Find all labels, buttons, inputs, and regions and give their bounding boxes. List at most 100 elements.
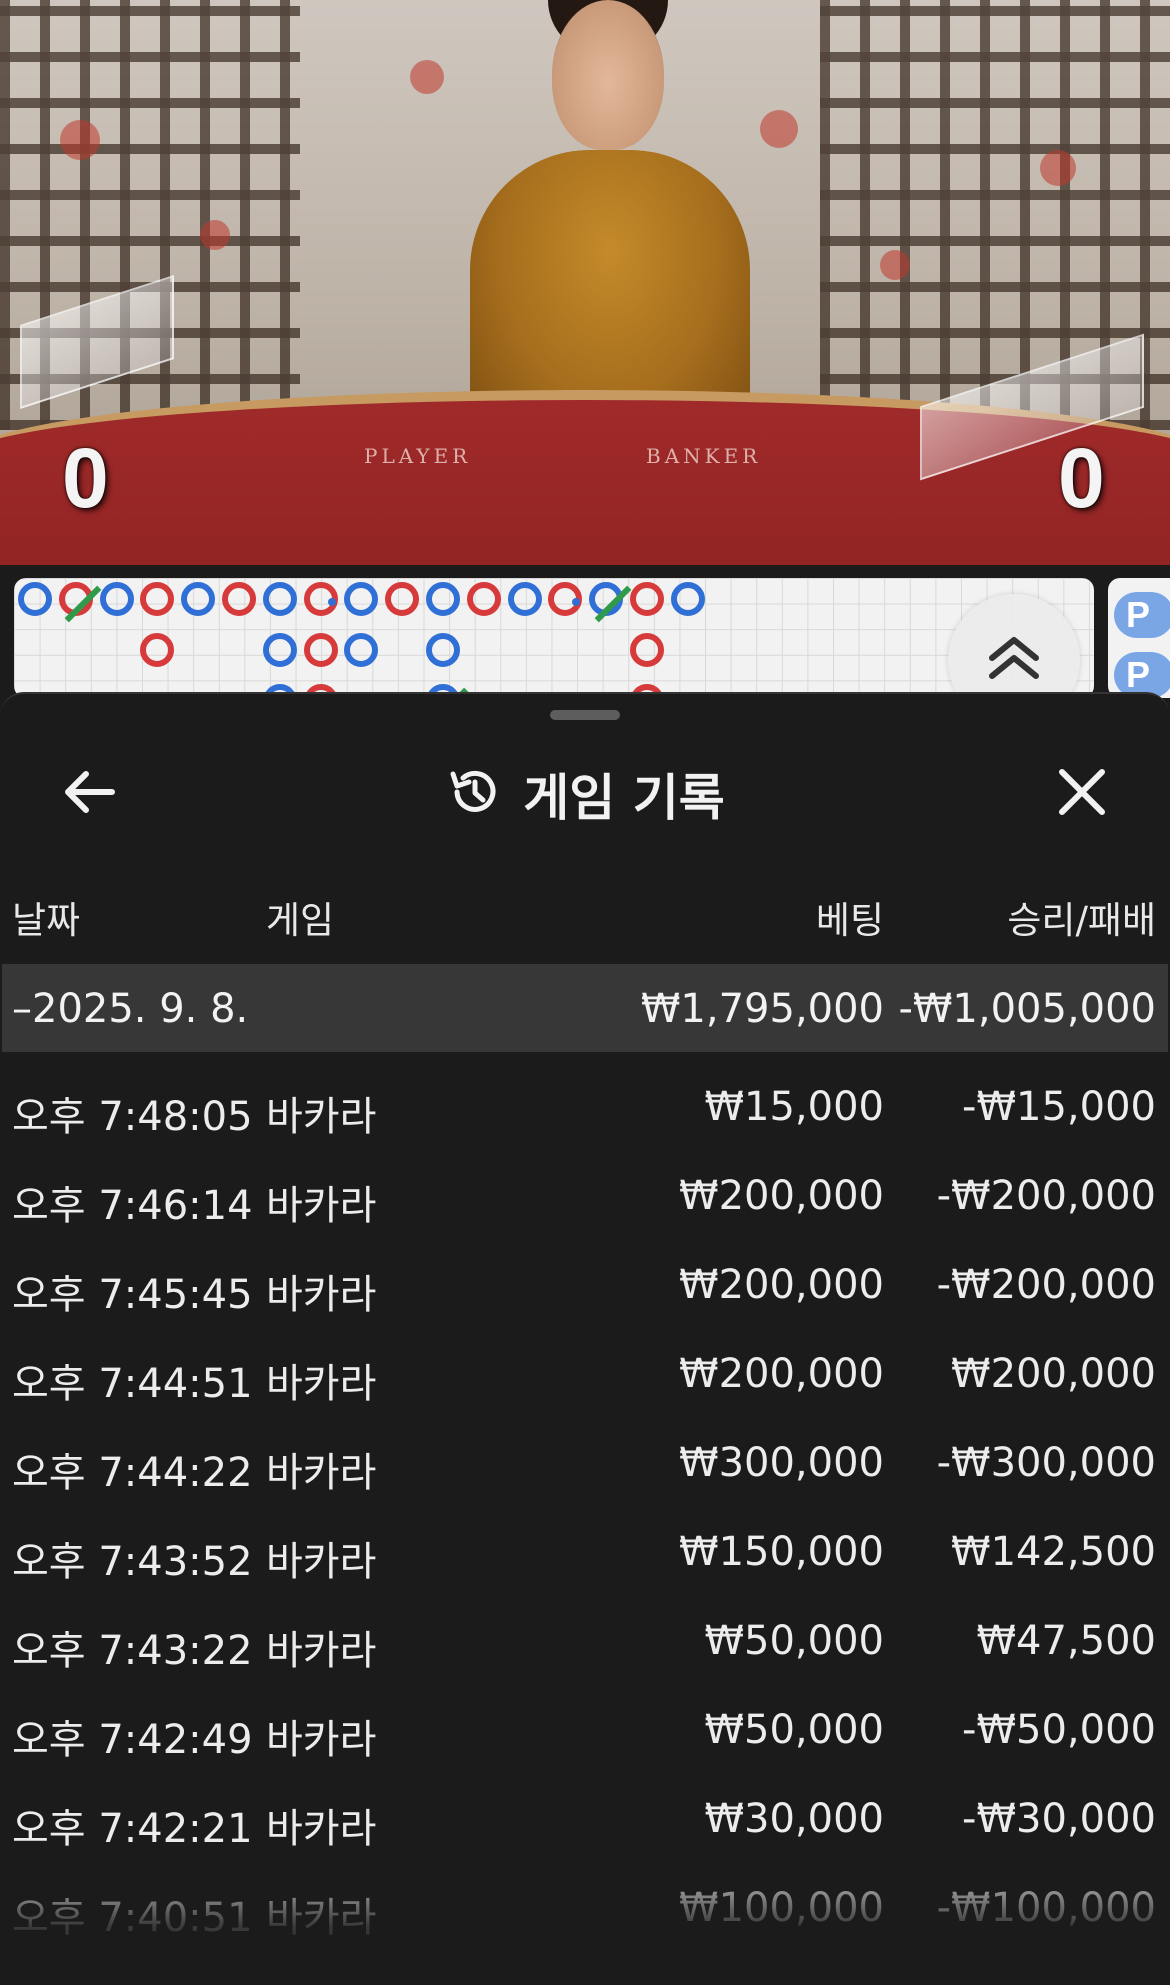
player-prediction-pill[interactable]: P xyxy=(1114,592,1170,638)
row-game: 바카라 xyxy=(266,1806,377,1852)
banker-bead xyxy=(303,582,338,616)
group-win-loss-total: -₩1,005,000 xyxy=(898,986,1156,1032)
banker-bead xyxy=(385,582,420,616)
column-header-date[interactable]: 날짜 xyxy=(12,890,80,944)
row-game: 바카라 xyxy=(266,1628,377,1674)
close-icon xyxy=(1056,766,1108,822)
group-bet-total: ₩1,795,000 xyxy=(640,986,884,1032)
banker-bead xyxy=(222,582,256,616)
row-game: 바카라 xyxy=(266,1183,377,1229)
row-time: 오후 7:46:14 xyxy=(12,1183,253,1229)
table-row[interactable]: 오후 7:44:51 바카라 ₩200,000 ₩200,000 xyxy=(0,1329,1170,1419)
row-win-loss: -₩30,000 xyxy=(962,1796,1156,1842)
pair-dot xyxy=(327,598,336,606)
banker-bead xyxy=(548,582,583,616)
row-time: 오후 7:42:49 xyxy=(12,1717,253,1763)
column-header-win-loss[interactable]: 승리/패배 xyxy=(1007,890,1156,944)
row-win-loss: -₩100,000 xyxy=(936,1885,1156,1931)
blossom xyxy=(410,60,444,94)
row-time: 오후 7:44:22 xyxy=(12,1450,253,1496)
player-bead xyxy=(507,582,542,616)
row-win-loss: -₩200,000 xyxy=(936,1173,1156,1219)
row-time: 오후 7:43:22 xyxy=(12,1628,253,1674)
table-row[interactable]: 오후 7:45:45 바카라 ₩200,000 -₩200,000 xyxy=(0,1240,1170,1330)
row-bet: ₩15,000 xyxy=(704,1084,884,1130)
row-win-loss: -₩50,000 xyxy=(962,1707,1156,1753)
tie-mark xyxy=(594,585,632,623)
game-history-sheet: 게임 기록 날짜 게임 베팅 승리/패배 –2025. 9. 8. ₩1,795… xyxy=(0,692,1170,1985)
row-win-loss: ₩142,500 xyxy=(951,1529,1156,1575)
row-game: 바카라 xyxy=(266,1450,377,1496)
close-button[interactable] xyxy=(1044,756,1120,832)
player-bead xyxy=(426,582,460,616)
row-bet: ₩50,000 xyxy=(704,1618,884,1664)
table-row[interactable]: 오후 7:43:22 바카라 ₩50,000 ₩47,500 xyxy=(0,1596,1170,1686)
banker-bead xyxy=(140,582,175,616)
row-bet: ₩200,000 xyxy=(679,1351,884,1397)
banker-bead xyxy=(140,633,175,668)
page-title: 게임 기록 xyxy=(523,769,725,827)
row-game: 바카라 xyxy=(266,1895,377,1941)
player-bead xyxy=(344,582,379,616)
chevron-double-up-icon xyxy=(984,632,1044,688)
player-label: PLAYER xyxy=(364,444,472,468)
row-game: 바카라 xyxy=(266,1717,377,1763)
blossom xyxy=(1040,150,1076,186)
banker-bead xyxy=(630,633,664,668)
banker-bead xyxy=(303,633,338,668)
drag-handle[interactable] xyxy=(550,710,620,720)
row-bet: ₩300,000 xyxy=(679,1440,884,1486)
row-bet: ₩30,000 xyxy=(704,1796,884,1842)
live-video-feed: PLAYER BANKER 0 0 xyxy=(0,0,1170,565)
row-win-loss: ₩47,500 xyxy=(976,1618,1156,1664)
row-time: 오후 7:42:21 xyxy=(12,1806,253,1852)
banker-bead xyxy=(630,582,664,616)
player-bead xyxy=(426,633,460,668)
row-game: 바카라 xyxy=(266,1094,377,1140)
table-row[interactable]: 오후 7:44:22 바카라 ₩300,000 -₩300,000 xyxy=(0,1418,1170,1508)
row-win-loss: ₩200,000 xyxy=(951,1351,1156,1397)
row-game: 바카라 xyxy=(266,1361,377,1407)
row-game: 바카라 xyxy=(266,1539,377,1585)
table-row[interactable]: 오후 7:40:51 바카라 ₩100,000 -₩100,000 xyxy=(0,1863,1170,1953)
blossom xyxy=(60,120,100,160)
blossom xyxy=(200,220,230,250)
row-win-loss: -₩15,000 xyxy=(962,1084,1156,1130)
player-bead xyxy=(18,582,52,616)
row-time: 오후 7:44:51 xyxy=(12,1361,253,1407)
player-bead xyxy=(344,633,379,668)
row-bet: ₩50,000 xyxy=(704,1707,884,1753)
tie-mark xyxy=(64,585,102,623)
banker-label: BANKER xyxy=(646,444,762,468)
dealer-head xyxy=(552,0,664,150)
row-time: 오후 7:43:52 xyxy=(12,1539,253,1585)
table-row[interactable]: 오후 7:48:05 바카라 ₩15,000 -₩15,000 xyxy=(0,1062,1170,1152)
date-group-row[interactable]: –2025. 9. 8. ₩1,795,000 -₩1,005,000 xyxy=(2,964,1168,1052)
row-time: 오후 7:48:05 xyxy=(12,1094,253,1140)
column-header-bet[interactable]: 베팅 xyxy=(816,890,884,944)
blossom xyxy=(760,110,798,148)
player-bead xyxy=(262,582,297,616)
bead-road[interactable] xyxy=(14,578,1094,725)
row-time: 오후 7:45:45 xyxy=(12,1272,253,1318)
player-bead xyxy=(181,582,216,616)
group-date: –2025. 9. 8. xyxy=(12,986,249,1032)
banker-bead xyxy=(466,582,501,616)
player-bead xyxy=(262,633,297,668)
row-game: 바카라 xyxy=(266,1272,377,1318)
banker-score: 0 xyxy=(1058,431,1105,525)
table-row[interactable]: 오후 7:42:49 바카라 ₩50,000 -₩50,000 xyxy=(0,1685,1170,1775)
row-bet: ₩200,000 xyxy=(679,1173,884,1219)
row-bet: ₩200,000 xyxy=(679,1262,884,1308)
column-header-game[interactable]: 게임 xyxy=(266,890,334,944)
banker-bead xyxy=(58,582,102,623)
table-row[interactable]: 오후 7:46:14 바카라 ₩200,000 -₩200,000 xyxy=(0,1151,1170,1241)
row-win-loss: -₩200,000 xyxy=(936,1262,1156,1308)
player-bead xyxy=(99,582,134,616)
table-row[interactable]: 오후 7:43:52 바카라 ₩150,000 ₩142,500 xyxy=(0,1507,1170,1597)
row-bet: ₩150,000 xyxy=(679,1529,884,1575)
player-score: 0 xyxy=(62,431,109,525)
table-row[interactable]: 오후 7:42:21 바카라 ₩30,000 -₩30,000 xyxy=(0,1774,1170,1864)
row-bet: ₩100,000 xyxy=(679,1885,884,1931)
pair-dot xyxy=(572,598,581,606)
